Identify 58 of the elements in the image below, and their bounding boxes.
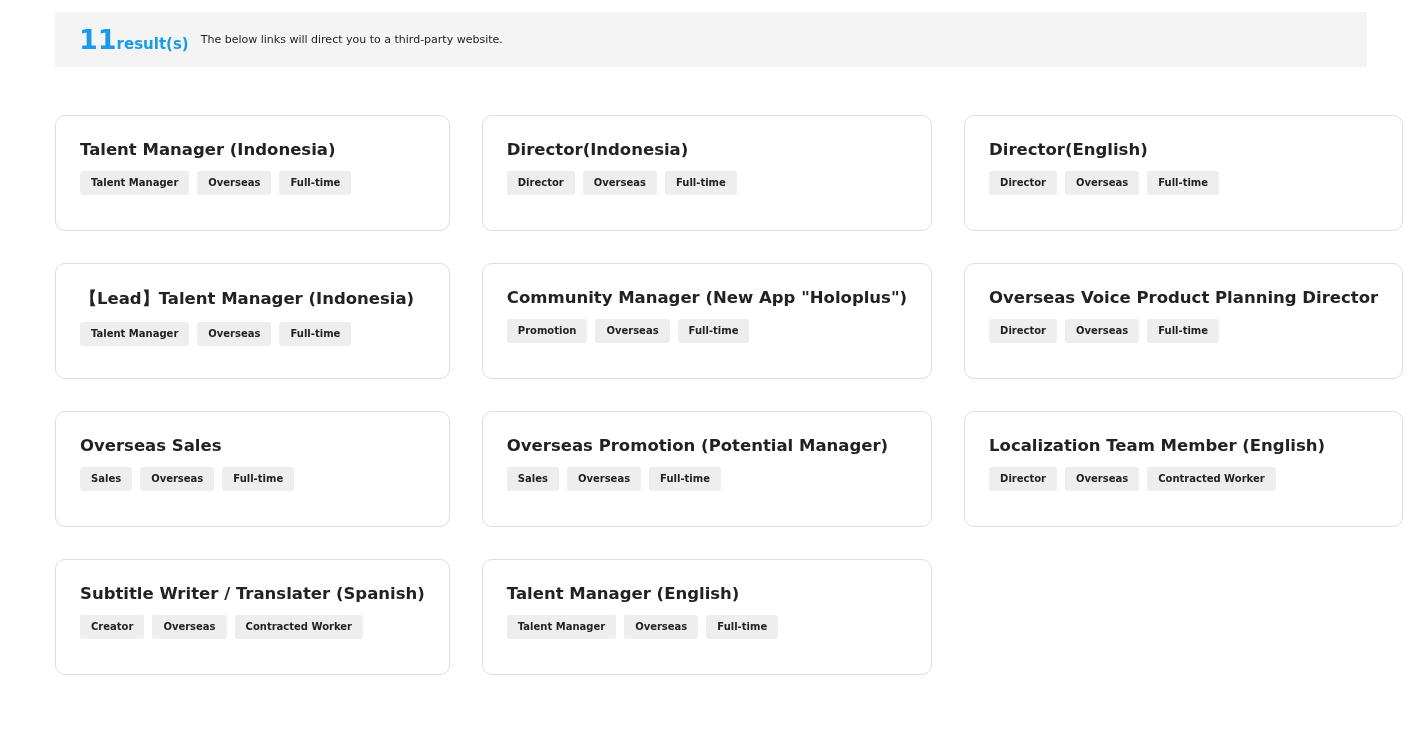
job-tag: Overseas [566, 467, 642, 491]
job-title: Talent Manager (Indonesia) [80, 140, 337, 159]
job-tag: Contracted Worker [1147, 467, 1276, 491]
job-title: Director(Indonesia) [506, 140, 690, 159]
job-card[interactable]: Community Manager (New App "Holoplus") Promotion Overseas Full-time [481, 263, 933, 379]
job-tag: Overseas [197, 322, 272, 346]
job-tag: Overseas [595, 319, 670, 343]
job-card[interactable]: Overseas Voice Product Planning Director Director Overseas Full-time [964, 263, 1404, 379]
job-tag: Full-time [664, 171, 737, 195]
job-tag: Overseas [1065, 467, 1140, 491]
job-tag: Talent Manager [80, 322, 190, 346]
job-title: 【Lead】Talent Manager (Indonesia) [80, 288, 416, 310]
job-tag: Director [506, 171, 575, 195]
job-title: Overseas Voice Product Planning Director [989, 288, 1379, 307]
job-tag: Promotion [506, 319, 588, 343]
job-tag: Overseas [152, 615, 227, 639]
job-card[interactable]: Subtitle Writer / Translater (Spanish) Creator Overseas Contracted Worker [55, 559, 450, 675]
job-title: Talent Manager (English) [506, 584, 741, 603]
notice-text: The below links will direct you to a third-party website. [200, 33, 503, 46]
job-tag: Full-time [1147, 171, 1220, 195]
job-tag: Director [989, 467, 1058, 491]
result-count: 11 [79, 26, 117, 53]
job-tag: Overseas [1065, 319, 1140, 343]
job-tag: Overseas [1065, 171, 1140, 195]
job-tag: Overseas [197, 171, 272, 195]
job-tag: Director [989, 171, 1058, 195]
job-tag: Full-time [649, 467, 721, 491]
job-title: Overseas Sales [80, 436, 223, 455]
job-tag: Director [989, 319, 1058, 343]
job-tag: Full-time [677, 319, 750, 343]
job-title: Subtitle Writer / Translater (Spanish) [80, 584, 425, 603]
job-tag: Contracted Worker [234, 615, 364, 639]
job-card[interactable]: Talent Manager (Indonesia) Talent Manager Overseas Full-time [55, 115, 450, 231]
job-tag: Talent Manager [506, 615, 617, 639]
job-title: Overseas Promotion (Potential Manager) [506, 436, 890, 455]
job-tag: Full-time [1147, 319, 1220, 343]
job-tag: Full-time [222, 467, 295, 491]
job-tag: Full-time [706, 615, 779, 639]
result-unit: result(s) [116, 34, 189, 53]
job-card[interactable]: Talent Manager (English) Talent Manager Overseas Full-time [481, 559, 933, 675]
job-tag: Full-time [279, 171, 352, 195]
job-title: Director(English) [989, 140, 1149, 159]
job-card[interactable]: Director(English) Director Overseas Full-time [964, 115, 1404, 231]
job-tag: Overseas [624, 615, 699, 639]
job-tag: Sales [80, 467, 133, 491]
job-card[interactable]: Localization Team Member (English) Director Overseas Contracted Worker [964, 411, 1404, 527]
job-card[interactable]: Director(Indonesia) Director Overseas Full-time [481, 115, 933, 231]
job-card[interactable]: Overseas Sales Sales Overseas Full-time [55, 411, 450, 527]
job-tag: Overseas [582, 171, 657, 195]
job-title: Localization Team Member (English) [989, 436, 1327, 455]
job-tag: Overseas [140, 467, 215, 491]
job-tag: Creator [80, 615, 145, 639]
job-tag: Full-time [279, 322, 352, 346]
job-title: Community Manager (New App "Holoplus") [506, 288, 908, 307]
job-card[interactable]: 【Lead】Talent Manager (Indonesia) Talent Manager Overseas Full-time [55, 263, 450, 379]
job-tag: Sales [506, 467, 559, 491]
job-card[interactable]: Overseas Promotion (Potential Manager) Sales Overseas Full-time [481, 411, 933, 527]
job-tag: Talent Manager [80, 171, 190, 195]
